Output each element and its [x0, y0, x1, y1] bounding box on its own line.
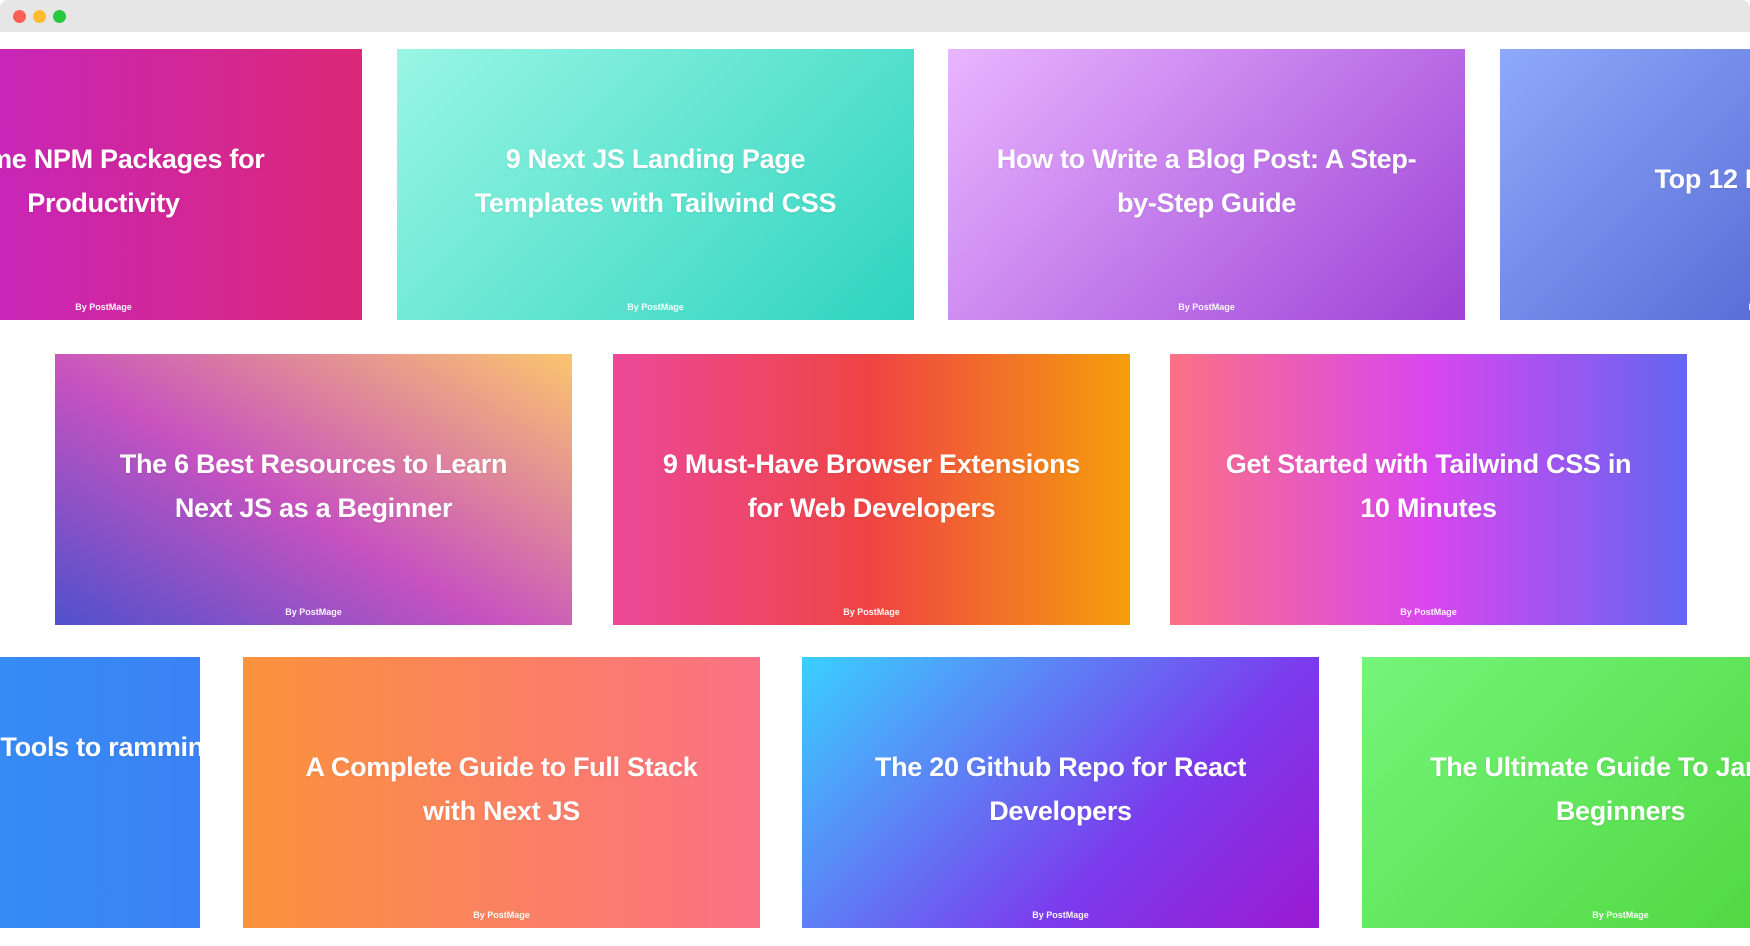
card-gallery: esome NPM Packages for Productivity By P…	[0, 32, 1750, 946]
card-title: How to Write a Blog Post: A Step-by-Step…	[996, 144, 1417, 218]
card-byline: By PostMage	[843, 607, 900, 617]
blog-card[interactable]: Top 12 Develope By P	[1500, 49, 1750, 320]
card-title: 9 Next JS Landing Page Templates with Ta…	[474, 144, 837, 218]
close-window-button[interactable]	[13, 10, 26, 23]
card-title: esome NPM Packages for Productivity	[0, 144, 265, 218]
card-title: Top 12 Develope	[1654, 164, 1750, 194]
card-title: Get Started with Tailwind CSS in 10 Minu…	[1225, 449, 1632, 523]
blog-card[interactable]: The 6 Best Resources to Learn Next JS as…	[55, 354, 572, 625]
minimize-window-button[interactable]	[33, 10, 46, 23]
card-title: The 20 Github Repo for React Developers	[874, 752, 1247, 826]
card-byline: By PostMage	[473, 910, 530, 920]
card-byline: By PostMage	[1592, 910, 1649, 920]
card-title: A Complete Guide to Full Stack with Next…	[305, 752, 698, 826]
card-byline: By PostMage	[75, 302, 132, 312]
card-title: The 6 Best Resources to Learn Next JS as…	[119, 449, 508, 523]
card-byline: By P	[1500, 302, 1750, 312]
blog-card[interactable]: The Ultimate Guide To Jam for Beginners …	[1362, 657, 1750, 928]
maximize-window-button[interactable]	[53, 10, 66, 23]
card-title: 9 Must-Have Browser Extensions for Web D…	[662, 449, 1081, 523]
card-byline: By PostMage	[627, 302, 684, 312]
browser-window: esome NPM Packages for Productivity By P…	[0, 0, 1750, 946]
blog-card[interactable]: A Complete Guide to Full Stack with Next…	[243, 657, 760, 928]
blog-card[interactable]: 9 Must-Have Browser Extensions for Web D…	[613, 354, 1130, 625]
card-title: The Ultimate Guide To Jam for Beginners	[1430, 752, 1750, 826]
card-byline: By PostMage	[1032, 910, 1089, 920]
blog-card[interactable]: How to Write a Blog Post: A Step-by-Step…	[948, 49, 1465, 320]
card-byline: By PostMage	[1178, 302, 1235, 312]
blog-card[interactable]: 9 Next JS Landing Page Templates with Ta…	[397, 49, 914, 320]
blog-card[interactable]: Get Started with Tailwind CSS in 10 Minu…	[1170, 354, 1687, 625]
card-byline: By PostMage	[285, 607, 342, 617]
card-byline: By PostMage	[1400, 607, 1457, 617]
blog-card[interactable]: esome NPM Packages for Productivity By P…	[0, 49, 362, 320]
card-title: r Tools to ramming y	[0, 732, 200, 762]
window-titlebar	[0, 0, 1750, 32]
blog-card[interactable]: r Tools to ramming y	[0, 657, 200, 928]
blog-card[interactable]: The 20 Github Repo for React Developers …	[802, 657, 1319, 928]
